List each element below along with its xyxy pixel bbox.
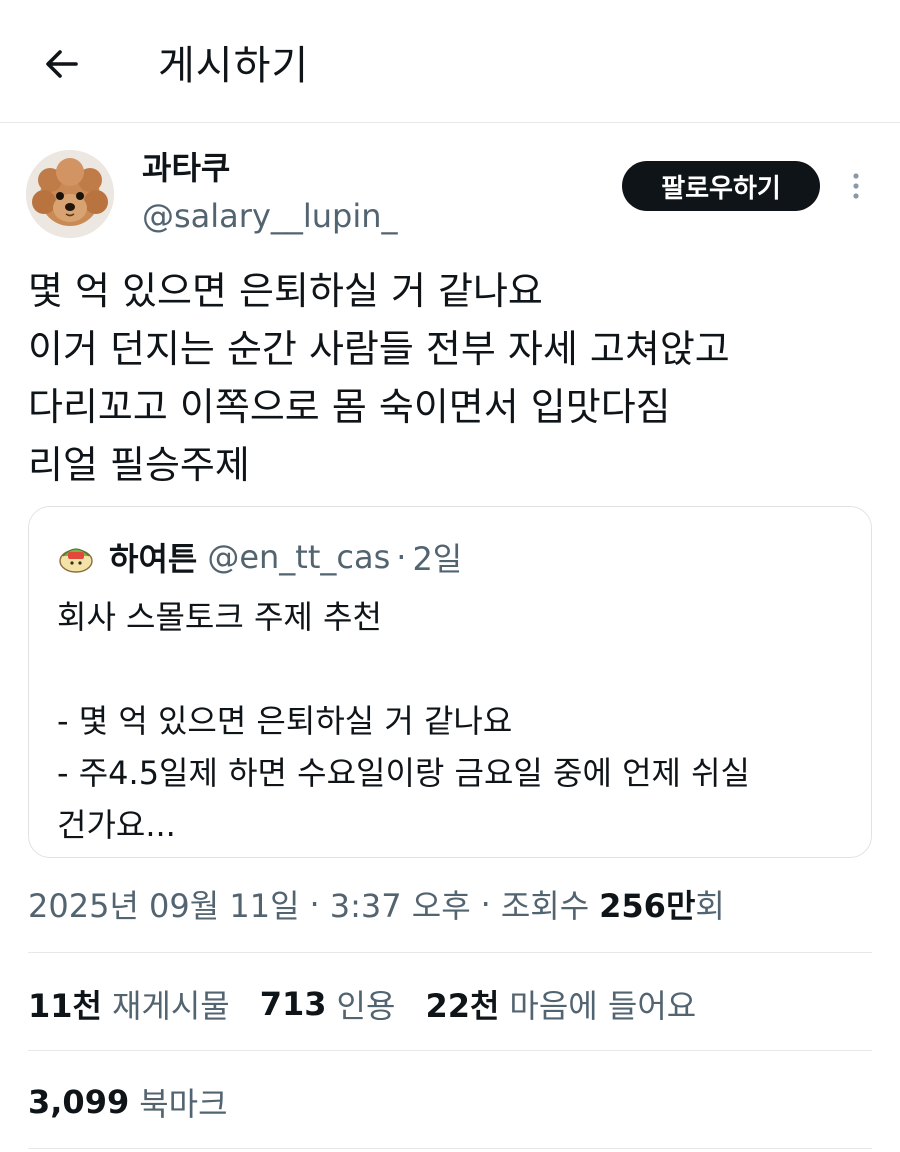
engagement-stats: 11천 재게시물 713 인용 22천 마음에 들어요 — [28, 980, 726, 1028]
arrow-left-icon — [46, 50, 78, 78]
divider — [28, 1050, 872, 1051]
follow-button[interactable]: 팔로우하기 — [622, 161, 820, 211]
poodle-avatar-image — [26, 150, 114, 238]
bookmarks-count: 3,099 — [28, 1083, 130, 1121]
back-button[interactable] — [38, 40, 86, 88]
quoted-tweet-text: 회사 스몰토크 주제 추천 - 몇 억 있으면 은퇴하실 거 같나요 - 주4.… — [57, 591, 857, 851]
reposts-stat[interactable]: 11천 재게시물 — [28, 981, 230, 1027]
quoted-author-avatar — [59, 548, 93, 573]
more-vertical-icon — [853, 173, 859, 199]
tweet-text-line: 이거 던지는 순간 사람들 전부 자세 고쳐앉고 — [28, 327, 730, 371]
quoted-author-name: 하여튼 — [109, 540, 198, 578]
divider — [28, 952, 872, 953]
quoted-author-handle: @en_tt_cas — [207, 538, 391, 576]
quoted-text-line: - 주4.5일제 하면 수요일이랑 금요일 중에 언제 쉬실 — [57, 754, 751, 792]
quotes-stat[interactable]: 713 인용 — [260, 981, 396, 1027]
likes-stat[interactable]: 22천 마음에 들어요 — [425, 981, 696, 1027]
quoted-tweet-card[interactable]: 하여튼 @en_tt_cas · 2일 회사 스몰토크 주제 추천 - 몇 억 … — [28, 506, 872, 858]
top-bar: 게시하기 — [0, 0, 900, 123]
author-handle[interactable]: @salary__lupin_ — [142, 194, 398, 238]
tweet-text-line: 몇 억 있으면 은퇴하실 거 같나요 — [28, 269, 543, 313]
quoted-text-line: - 몇 억 있으면 은퇴하실 거 같나요 — [57, 702, 513, 740]
quoted-tweet-header: 하여튼 @en_tt_cas · 2일 — [57, 537, 463, 578]
more-options-button[interactable] — [842, 166, 870, 206]
reposts-count: 11천 — [28, 987, 102, 1025]
avatar[interactable] — [26, 150, 114, 238]
tweet-meta: 2025년 09월 11일 · 3:37 오후 · 조회수 256만 회 — [28, 880, 725, 928]
quoted-text-line: 회사 스몰토크 주제 추천 — [57, 598, 382, 636]
tweet-text: 몇 억 있으면 은퇴하실 거 같나요 이거 던지는 순간 사람들 전부 자세 고… — [28, 262, 878, 494]
divider — [28, 1148, 872, 1149]
quoted-text-line — [57, 643, 857, 695]
author-display-name[interactable]: 과타쿠 — [142, 146, 230, 190]
author-row: 과타쿠 @salary__lupin_ 팔로우하기 — [0, 140, 900, 250]
views-label: 조회수 — [500, 887, 590, 925]
separator-dot: · — [396, 538, 407, 576]
bookmarks-label: 북마크 — [139, 1085, 228, 1123]
page-title: 게시하기 — [158, 43, 310, 89]
tweet-text-line: 리얼 필승주제 — [28, 443, 250, 487]
likes-count: 22천 — [425, 987, 500, 1025]
tweet-time: 3:37 오후 — [329, 887, 471, 925]
bookmarks-stat[interactable]: 3,099 북마크 — [28, 1078, 228, 1126]
likes-label: 마음에 들어요 — [509, 987, 697, 1025]
tweet-date: 2025년 09월 11일 — [28, 887, 300, 925]
views-count[interactable]: 256만 — [599, 881, 695, 927]
quotes-count: 713 — [259, 985, 327, 1023]
separator-dot: · — [309, 885, 320, 923]
quoted-tweet-time: 2일 — [412, 540, 463, 578]
reposts-label: 재게시물 — [111, 987, 230, 1025]
separator-dot: · — [480, 885, 491, 923]
tweet-text-line: 다리꼬고 이쪽으로 몸 숙이면서 입맛다짐 — [28, 385, 671, 429]
quotes-label: 인용 — [336, 987, 396, 1025]
quoted-text-line: 건가요... — [57, 806, 176, 844]
views-suffix: 회 — [695, 887, 725, 925]
